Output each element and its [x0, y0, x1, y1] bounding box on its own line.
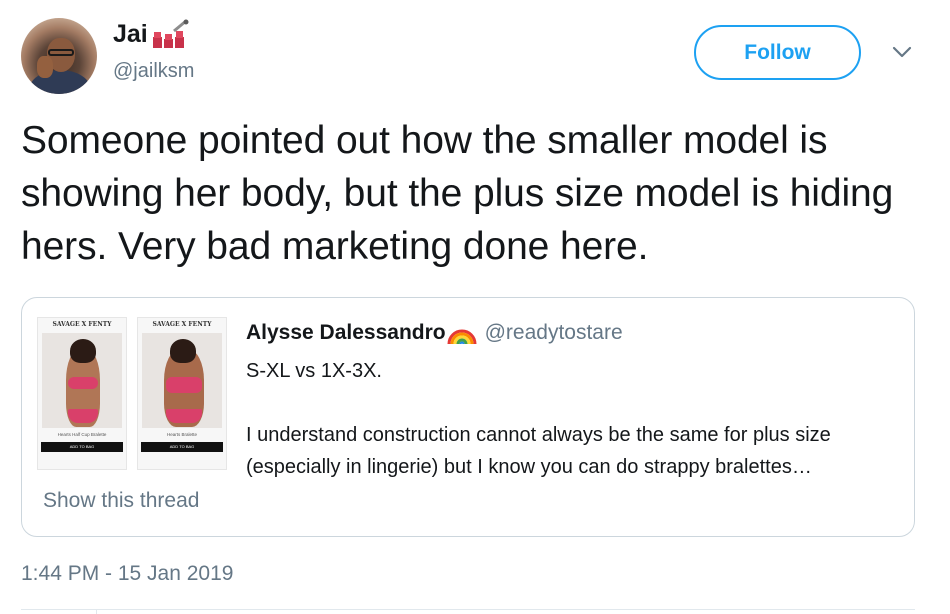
model-hair: [170, 339, 196, 363]
follow-button[interactable]: Follow: [694, 25, 861, 80]
author-handle[interactable]: @jailksm: [113, 60, 194, 83]
quoted-author-name[interactable]: Alysse Dalessandro: [246, 321, 446, 345]
quoted-author-handle[interactable]: @readytostare: [485, 321, 623, 345]
chevron-down-icon[interactable]: [891, 44, 913, 60]
media-cta: ADD TO BAG: [141, 442, 223, 452]
model-bralette: [68, 377, 98, 389]
model-bottom: [166, 409, 202, 423]
model-hair: [70, 339, 96, 363]
model-bralette: [166, 377, 202, 393]
show-thread-link[interactable]: Show this thread: [43, 489, 199, 513]
quoted-tweet-media[interactable]: SAVAGE X FENTY Hearts Half Cup Bralette …: [37, 317, 228, 470]
media-photo: [142, 333, 222, 428]
model-bottom: [68, 409, 98, 423]
rainbow-icon: [447, 320, 477, 346]
media-caption: Hearts Bralette: [166, 432, 197, 437]
media-brand-label: SAVAGE X FENTY: [52, 321, 112, 328]
tweet-timestamp[interactable]: 1:44 PM - 15 Jan 2019: [21, 562, 233, 586]
author-name-row[interactable]: Jai: [113, 19, 190, 49]
divider-tick: [96, 609, 97, 614]
lipstick-icon: [152, 19, 190, 49]
tweet-text: Someone pointed out how the smaller mode…: [21, 119, 894, 268]
media-screenshot-right: SAVAGE X FENTY Hearts Bralette ADD TO BA…: [137, 317, 227, 470]
media-cta: ADD TO BAG: [41, 442, 123, 452]
quoted-tweet-header: Alysse Dalessandro @readytostare: [246, 320, 623, 346]
author-display-name[interactable]: Jai: [113, 20, 148, 49]
avatar-hand: [37, 56, 53, 78]
media-caption: Hearts Half Cup Bralette: [57, 432, 107, 437]
avatar[interactable]: [21, 18, 97, 94]
media-screenshot-left: SAVAGE X FENTY Hearts Half Cup Bralette …: [37, 317, 127, 470]
divider: [21, 609, 915, 610]
quoted-tweet-text: S-XL vs 1X-3X. I understand construction…: [246, 355, 916, 483]
quoted-tweet-line-2: I understand construction cannot always …: [246, 424, 831, 478]
media-brand-label: SAVAGE X FENTY: [152, 321, 212, 328]
quoted-tweet-card[interactable]: SAVAGE X FENTY Hearts Half Cup Bralette …: [21, 297, 915, 537]
avatar-glasses: [48, 49, 74, 56]
media-photo: [42, 333, 122, 428]
quoted-tweet-line-1: S-XL vs 1X-3X.: [246, 360, 382, 382]
